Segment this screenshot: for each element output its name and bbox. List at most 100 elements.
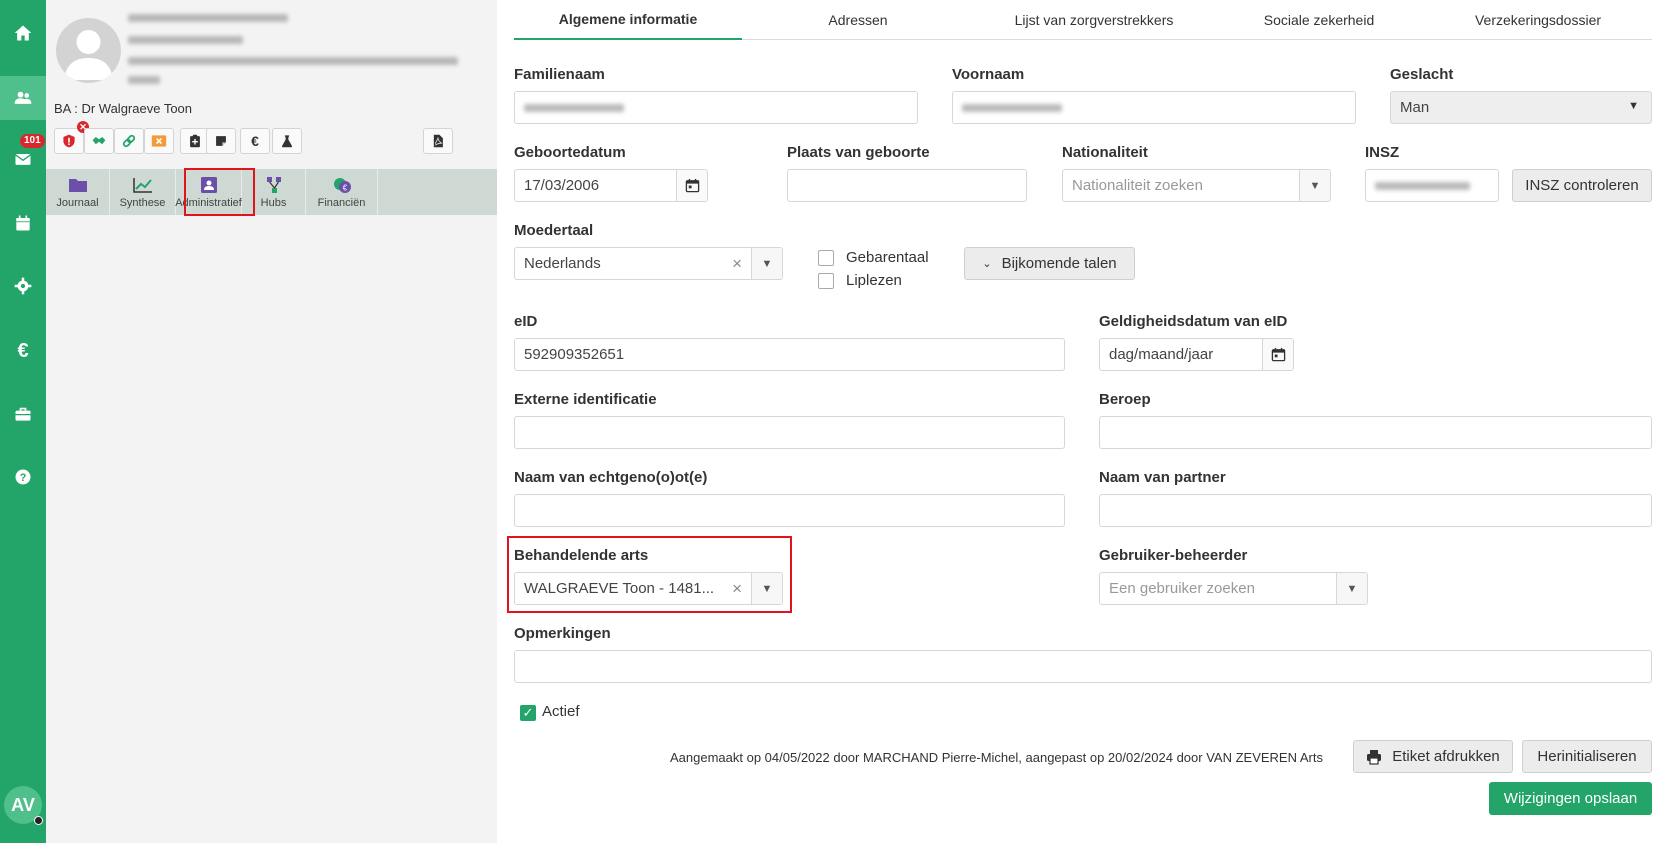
actief-label: Actief (542, 703, 580, 720)
bijkomende-talen-label: Bijkomende talen (1001, 255, 1117, 272)
dismiss-icon[interactable] (144, 128, 174, 154)
chevron-down-icon[interactable]: ▼ (1299, 170, 1330, 201)
calendar-icon[interactable] (676, 170, 707, 201)
beheerder-label: Gebruiker-beheerder (1099, 547, 1248, 564)
actief-checkbox[interactable]: ✓ (520, 705, 536, 721)
liplezen-checkbox[interactable] (818, 273, 834, 289)
familienaam-label: Familienaam (514, 66, 605, 83)
euro-icon[interactable]: € (240, 128, 270, 154)
echtgenoot-input[interactable] (514, 494, 1065, 527)
chevron-down-icon[interactable]: ▼ (1336, 573, 1367, 604)
liplezen-label: Liplezen (846, 272, 902, 289)
insz-label: INSZ (1365, 144, 1400, 161)
home-icon[interactable] (0, 10, 46, 56)
audit-meta-text: Aangemaakt op 04/05/2022 door MARCHAND P… (670, 750, 1323, 765)
users-icon[interactable] (0, 76, 46, 120)
tab-sociale-zekerheid[interactable]: Sociale zekerheid (1214, 0, 1424, 40)
save-button[interactable]: Wijzigingen opslaan (1489, 782, 1652, 815)
partner-label: Naam van partner (1099, 469, 1226, 486)
pdf-icon[interactable] (423, 128, 453, 154)
blurred-patient-address (128, 57, 458, 65)
sub-tab-synthese[interactable]: Synthese (110, 169, 176, 215)
blurred-insz (1375, 181, 1470, 190)
eid-value: 592909352651 (524, 346, 625, 363)
beheerder-select[interactable]: Een gebruiker zoeken ▼ (1099, 572, 1368, 605)
note-icon[interactable] (206, 128, 236, 154)
highlight-behandelende-arts (507, 536, 792, 613)
flask-icon[interactable] (272, 128, 302, 154)
nationaliteit-select[interactable]: Nationaliteit zoeken ▼ (1062, 169, 1331, 202)
patient-sub-tabs: Journaal Synthese Administratief Hubs € … (46, 169, 497, 215)
print-label-button[interactable]: Etiket afdrukken (1353, 740, 1513, 773)
euro-icon[interactable]: € (0, 328, 46, 374)
main-tabs: Algemene informatie Adressen Lijst van z… (514, 0, 1652, 40)
eid-validity-placeholder: dag/maand/jaar (1109, 346, 1214, 363)
gebarentaal-checkbox[interactable] (818, 250, 834, 266)
mail-badge: 101 (20, 134, 45, 148)
tab-verzekeringsdossier[interactable]: Verzekeringsdossier (1424, 0, 1652, 40)
sub-tab-label: Hubs (260, 196, 287, 209)
opmerkingen-label: Opmerkingen (514, 625, 611, 642)
svg-text:€: € (342, 183, 347, 192)
moedertaal-label: Moedertaal (514, 222, 594, 239)
insz-input[interactable] (1365, 169, 1499, 202)
partner-input[interactable] (1099, 494, 1652, 527)
online-status-dot (34, 816, 43, 825)
sub-tab-label: Financiën (317, 196, 366, 209)
help-icon[interactable]: ? (0, 454, 46, 500)
geboortedatum-value: 17/03/2006 (524, 177, 600, 194)
clear-icon[interactable]: × (732, 254, 742, 274)
briefcase-icon[interactable] (0, 391, 46, 437)
print-label-text: Etiket afdrukken (1392, 748, 1500, 765)
moedertaal-select[interactable]: Nederlands × ▼ (514, 247, 783, 280)
insz-check-button[interactable]: INSZ controleren (1512, 169, 1652, 202)
familienaam-input[interactable] (514, 91, 918, 124)
nationaliteit-label: Nationaliteit (1062, 144, 1148, 161)
svg-text:?: ? (20, 472, 27, 484)
eid-validity-input[interactable]: dag/maand/jaar (1099, 338, 1294, 371)
bijkomende-talen-button[interactable]: ⌄ Bijkomende talen (964, 247, 1135, 280)
patient-panel: BA : Dr Walgraeve Toon ✕ € Journaal Synt… (46, 0, 497, 843)
blurred-patient-address-2 (128, 76, 160, 84)
voornaam-input[interactable] (952, 91, 1356, 124)
externe-input[interactable] (514, 416, 1065, 449)
mail-icon[interactable]: 101 (0, 134, 46, 182)
geslacht-select[interactable]: Man ▼ (1390, 91, 1652, 124)
eid-input[interactable]: 592909352651 (514, 338, 1065, 371)
tab-algemene-informatie[interactable]: Algemene informatie (514, 0, 742, 40)
tab-zorgverstrekkers[interactable]: Lijst van zorgverstrekkers (974, 0, 1214, 40)
chevron-down-icon[interactable]: ▼ (751, 248, 782, 279)
handshake-icon[interactable] (84, 128, 114, 154)
calendar-icon[interactable] (0, 200, 46, 246)
sub-tab-financien[interactable]: € Financiën (306, 169, 378, 215)
sub-tab-label: Journaal (56, 196, 99, 209)
shield-alert-icon[interactable]: ✕ (54, 121, 89, 154)
externe-label: Externe identificatie (514, 391, 657, 408)
beheerder-placeholder: Een gebruiker zoeken (1109, 580, 1255, 597)
geboortedatum-label: Geboortedatum (514, 144, 626, 161)
printer-icon (1367, 749, 1382, 765)
reset-button[interactable]: Herinitialiseren (1522, 740, 1652, 773)
main-nav: 101 € ? AV (0, 0, 46, 843)
ba-label: BA : Dr Walgraeve Toon (54, 101, 193, 116)
blurred-familienaam (524, 103, 624, 112)
eid-validity-label: Geldigheidsdatum van eID (1099, 313, 1288, 330)
voornaam-label: Voornaam (952, 66, 1025, 83)
sub-tab-journaal[interactable]: Journaal (46, 169, 110, 215)
geslacht-label: Geslacht (1390, 66, 1454, 83)
calendar-icon[interactable] (1262, 339, 1293, 370)
link-icon[interactable] (114, 128, 144, 154)
blurred-patient-name (128, 14, 288, 22)
blurred-patient-info (128, 36, 243, 44)
tab-adressen[interactable]: Adressen (742, 0, 974, 40)
gear-icon[interactable] (0, 263, 46, 309)
sub-tab-label: Synthese (119, 196, 166, 209)
plaats-label: Plaats van geboorte (787, 144, 930, 161)
beroep-input[interactable] (1099, 416, 1652, 449)
finance-icon: € (333, 177, 351, 193)
chart-icon (132, 177, 152, 193)
opmerkingen-input[interactable] (514, 650, 1652, 683)
geboortedatum-input[interactable]: 17/03/2006 (514, 169, 708, 202)
plaats-input[interactable] (787, 169, 1027, 202)
hubs-icon (266, 176, 281, 193)
